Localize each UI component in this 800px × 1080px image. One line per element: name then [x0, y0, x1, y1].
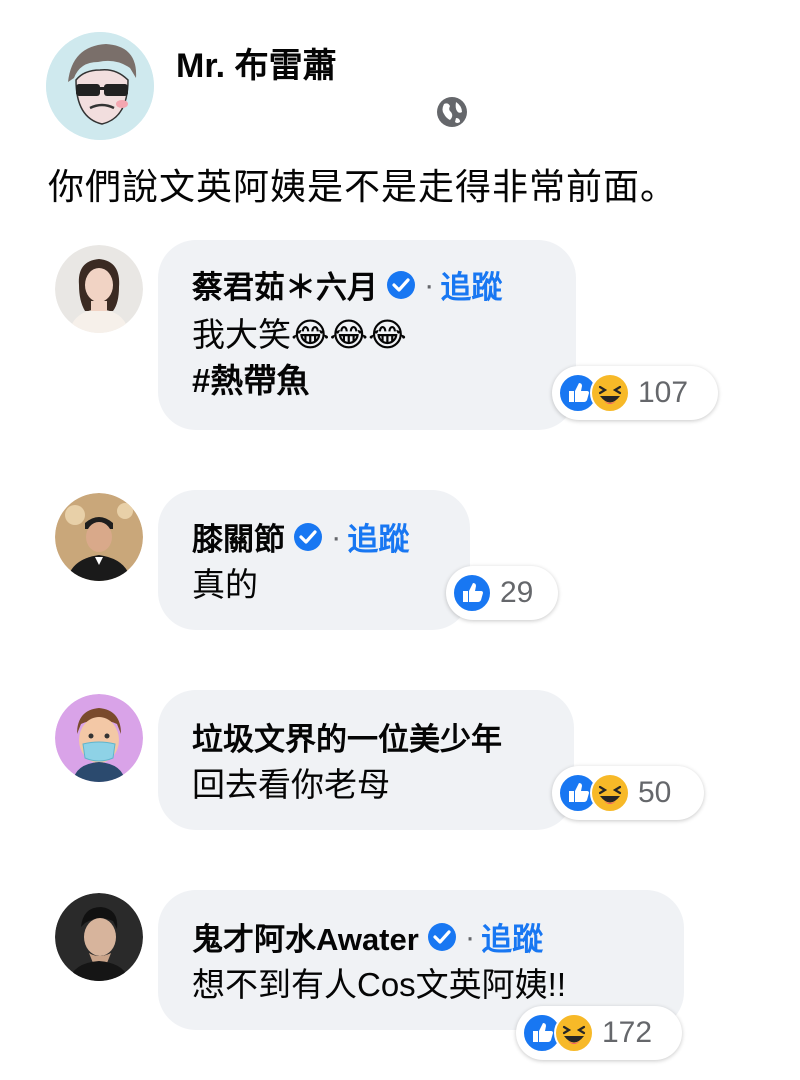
comment-header: 垃圾文界的一位美少年 — [192, 714, 502, 759]
comment-text: 想不到有人Cos文英阿姨!! — [192, 966, 567, 1003]
separator-dot: · — [331, 518, 342, 554]
reaction-count: 50 — [638, 776, 672, 809]
comment-bubble[interactable] — [158, 490, 470, 630]
verified-badge-icon — [386, 270, 416, 300]
separator-dot: · — [464, 918, 476, 954]
comment-text: 真的 — [192, 566, 258, 603]
follow-button[interactable]: 追蹤 — [481, 914, 543, 959]
comment-bubble[interactable] — [158, 690, 574, 830]
commenter-avatar[interactable] — [55, 694, 143, 782]
commenter-name[interactable]: 垃圾文界的一位美少年 — [192, 714, 502, 759]
like-reaction-icon — [452, 573, 492, 613]
follow-button[interactable]: 追蹤 — [440, 262, 502, 307]
post-body-text: 你們說文英阿姨是不是走得非常前面。 — [48, 166, 678, 207]
comment-hashtag[interactable]: #熱帶魚 — [192, 360, 309, 402]
haha-reaction-icon — [590, 773, 630, 813]
separator-dot: · — [424, 266, 435, 302]
comment-header: 鬼才阿水Awater · 追蹤 — [192, 914, 543, 959]
reaction-count: 107 — [638, 376, 689, 409]
commenter-name[interactable]: 蔡君茹＊六月 — [192, 262, 378, 307]
haha-reaction-icon — [554, 1013, 594, 1053]
comment-header: 蔡君茹＊六月 · 追蹤 — [192, 262, 502, 307]
reaction-count: 29 — [500, 576, 534, 609]
reaction-summary[interactable]: 107 — [552, 366, 718, 420]
verified-badge-icon — [293, 522, 323, 552]
reaction-count: 172 — [602, 1016, 653, 1049]
globe-icon — [434, 94, 470, 130]
commenter-name[interactable]: 膝關節 — [192, 514, 285, 559]
commenter-avatar[interactable] — [55, 893, 143, 981]
comment-text: 回去看你老母 — [192, 766, 390, 803]
commenter-name[interactable]: 鬼才阿水Awater — [192, 914, 419, 959]
follow-button[interactable]: 追蹤 — [347, 514, 409, 559]
reaction-summary[interactable]: 29 — [446, 566, 558, 620]
comment-text: 我大笑😂😂😂 — [192, 316, 407, 353]
comment-header: 膝關節 · 追蹤 — [192, 514, 409, 559]
commenter-avatar[interactable] — [55, 493, 143, 581]
commenter-avatar[interactable] — [55, 245, 143, 333]
reaction-summary[interactable]: 50 — [552, 766, 704, 820]
reaction-summary[interactable]: 172 — [516, 1006, 682, 1060]
verified-badge-icon — [427, 922, 457, 952]
post-author-avatar[interactable] — [46, 32, 154, 140]
haha-reaction-icon — [590, 373, 630, 413]
post-author-name[interactable]: Mr. 布雷蕭 — [176, 38, 337, 87]
